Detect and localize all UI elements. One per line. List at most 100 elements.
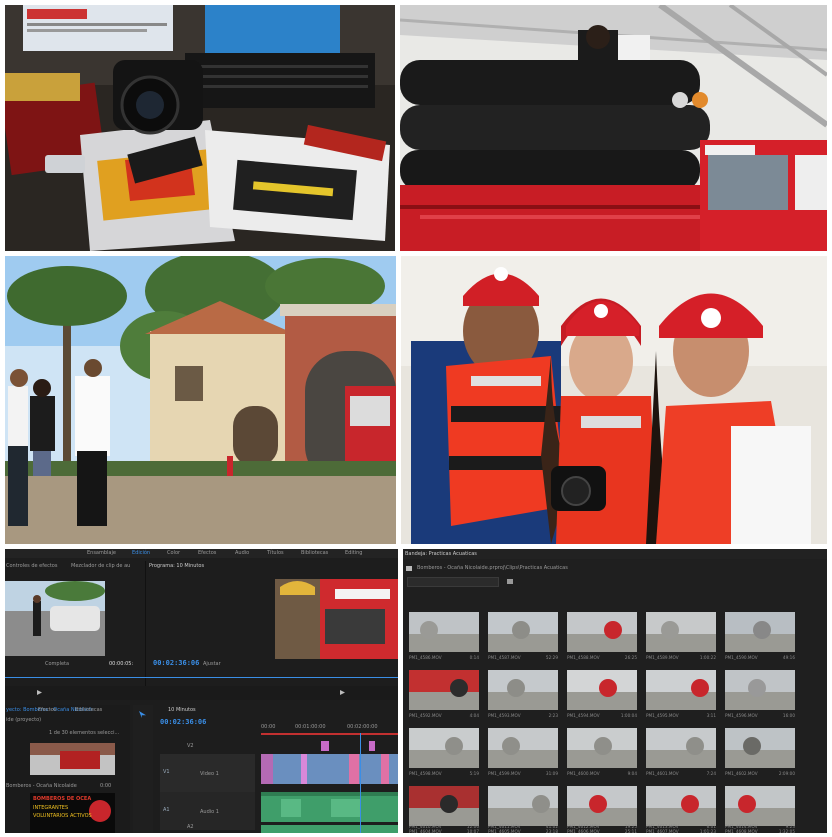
slide-title: BOMBEROS DE OCEA [33, 796, 92, 802]
clip-thumbnail[interactable] [409, 786, 479, 826]
ruler-mark: 00:00 [261, 724, 276, 730]
clip-thumbnail[interactable] [725, 786, 795, 826]
track-label[interactable]: A2 [187, 824, 194, 830]
clip-duration: 26:25 [624, 655, 637, 660]
clip-thumbnail[interactable] [488, 728, 558, 768]
timeline-timecode: 00:02:36:06 [160, 718, 207, 726]
clip-thumbnail[interactable] [488, 670, 558, 710]
clip-thumbnail[interactable] [488, 786, 558, 826]
clip-duration: 1:00:22 [699, 655, 716, 660]
selection-count: 1 de 30 elementos selecci... [49, 730, 120, 736]
clip-thumbnail[interactable] [409, 728, 479, 768]
clip-duration: 9:04 [627, 771, 637, 776]
workspace-tab[interactable]: Color [167, 550, 180, 556]
clip-thumbnail[interactable] [646, 786, 716, 826]
premiere-editor-screenshot: Ensamblaje Edición Color Efectos Audio T… [5, 549, 398, 833]
clip-thumbnail[interactable] [488, 612, 558, 652]
workspace-tab[interactable]: Ensamblaje [87, 550, 116, 556]
clip-name: PM1_4587.MOV [488, 655, 521, 660]
clip-name: PM1_4614.MOV [725, 824, 758, 829]
track-label[interactable]: A1 [163, 807, 170, 813]
fit-select[interactable]: Ajustar [203, 661, 221, 667]
clip-duration: 3:11 [706, 713, 716, 718]
workspace-tab[interactable]: Bibliotecas [301, 550, 328, 556]
clip-thumbnail[interactable] [409, 612, 479, 652]
desk-photo [5, 5, 395, 251]
project-item-thumb[interactable] [30, 743, 115, 775]
clip-duration: 0:14 [469, 655, 479, 660]
clip-duration: 1:01:23 [699, 829, 716, 833]
workspace-tab[interactable]: Títulos [267, 550, 284, 556]
effects-tab[interactable]: Efectos [38, 707, 56, 713]
new-bin-icon[interactable] [507, 579, 513, 584]
clip-thumbnail[interactable] [646, 728, 716, 768]
clip-duration: 16:00 [782, 713, 795, 718]
clip-name: PM1_4594.MOV [567, 713, 600, 718]
project-item-name: Bomberos - Ocaña Nicolaide [6, 783, 77, 789]
workspace-tab-active[interactable]: Edición [132, 550, 150, 556]
track-label[interactable]: V1 [163, 769, 170, 775]
clip-name: PM1_4610.MOV [409, 824, 442, 829]
clip-name: PM1_4593.MOV [488, 713, 521, 718]
bin-path: Bomberos - Ocaña Nicolaide.prproj\Clips\… [417, 565, 568, 571]
workspace-tab[interactable]: Editing [345, 550, 362, 556]
clip-duration: 1:00:04 [620, 713, 637, 718]
clip-duration: 49:16 [782, 655, 795, 660]
bin-search-input[interactable] [407, 577, 499, 587]
transport-controls[interactable] [5, 686, 398, 700]
clip-name: PM1_4606.MOV [567, 829, 600, 833]
clip-thumbnail[interactable] [409, 670, 479, 710]
clip-thumbnail[interactable] [646, 612, 716, 652]
clip-thumbnail[interactable] [725, 728, 795, 768]
clip-name: PM1_4608.MOV [725, 829, 758, 833]
clip-duration: 2:23 [548, 713, 558, 718]
clip-duration: 6:01 [706, 824, 716, 829]
source-timecode: 00:00:05: [109, 661, 134, 667]
clip-thumbnail[interactable] [725, 670, 795, 710]
workspace-tab[interactable]: Audio [235, 550, 249, 556]
clip-thumbnail[interactable] [567, 728, 637, 768]
clip-name: PM1_4602.MOV [725, 771, 758, 776]
clip-duration: 2:09:00 [778, 771, 795, 776]
clip-name: PM1_4604.MOV [409, 829, 442, 833]
clip-name: PM1_4611.MOV [488, 824, 521, 829]
clip-duration: 10:07 [466, 829, 479, 833]
clip-name: PM1_4595.MOV [646, 713, 679, 718]
clip-duration: 1:32:05 [778, 829, 795, 833]
clip-thumbnail[interactable] [567, 786, 637, 826]
tools-panel[interactable] [133, 705, 153, 833]
program-monitor-frame [275, 579, 398, 659]
effects-controls-tab[interactable]: Controles de efectos [6, 563, 57, 569]
timeline-clips[interactable] [261, 739, 398, 833]
clip-name: PM1_4588.MOV [567, 655, 600, 660]
clip-name: PM1_4598.MOV [409, 771, 442, 776]
clip-name: PM1_4596.MOV [725, 713, 758, 718]
workspace-tab[interactable]: Efectos [198, 550, 216, 556]
clip-name: PM1_4601.MOV [646, 771, 679, 776]
fire-station-courtyard-photo [5, 256, 396, 544]
timeline-tab[interactable]: 10 Minutos [168, 707, 196, 713]
fire-truck-photo [400, 5, 827, 251]
clip-name: PM1_4613.MOV [646, 824, 679, 829]
libraries-tab[interactable]: Bibliotecas [75, 707, 102, 713]
clip-thumbnail[interactable] [567, 670, 637, 710]
clip-duration: 52:29 [545, 655, 558, 660]
clip-thumbnail[interactable] [725, 612, 795, 652]
clip-thumbnail[interactable] [567, 612, 637, 652]
audio-clip-mixer-tab[interactable]: Mezclador de clip de au [71, 563, 130, 569]
clip-duration: 7:24 [706, 771, 716, 776]
project-file-label: ide (proyecto) [6, 717, 42, 723]
bin-header[interactable]: Bandeja: Practicas Acuaticas [405, 551, 477, 557]
clip-thumbnail[interactable] [646, 670, 716, 710]
track-label[interactable]: V2 [187, 743, 194, 749]
zoom-select[interactable]: Completa [45, 661, 69, 667]
video-track-name: Video 1 [200, 771, 219, 777]
clip-duration: 23:18 [545, 829, 558, 833]
slide-line: VOLUNTARIOS ACTIVOS [33, 813, 92, 819]
program-monitor-tab[interactable]: Programa: 10 Minutos [149, 563, 204, 569]
source-monitor-frame [5, 581, 105, 656]
project-item-duration: 0:00 [100, 783, 112, 789]
clip-duration: 25:11 [624, 829, 637, 833]
clip-name: PM1_4590.MOV [725, 655, 758, 660]
clip-duration: 41:02 [545, 824, 558, 829]
